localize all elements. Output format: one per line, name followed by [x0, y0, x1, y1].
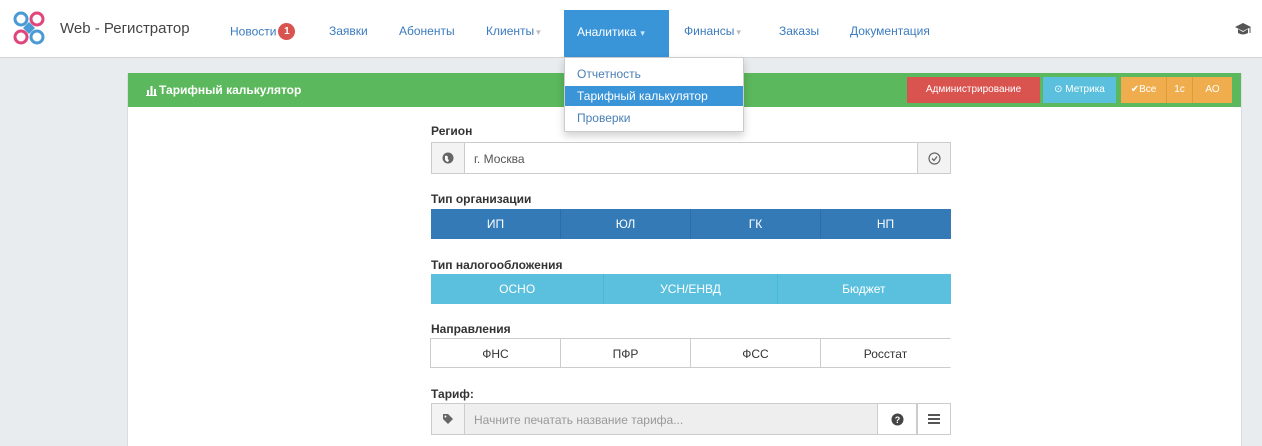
top-navbar: Web - Регистратор Новости 1 Заявки Абонен… [0, 0, 1262, 58]
direction-pfr-button[interactable]: ПФР [560, 338, 691, 368]
nav-item-label: Клиенты [486, 24, 535, 38]
nav-item-requests[interactable]: Заявки [329, 24, 368, 38]
directions-label: Направления [431, 322, 511, 336]
region-field[interactable]: г. Москва [431, 142, 951, 174]
org-type-np-button[interactable]: НП [821, 209, 951, 239]
panel-title: Тарифный калькулятор [146, 83, 301, 97]
all-button-label: Все [1139, 84, 1157, 95]
check-circle-icon [927, 151, 941, 165]
tag-icon [432, 404, 465, 434]
dropdown-item-tariff-calculator[interactable]: Тарифный калькулятор [565, 86, 743, 106]
direction-rosstat-button[interactable]: Росстат [820, 338, 951, 368]
org-type-label: Тип организации [431, 192, 532, 206]
region-value: г. Москва [474, 152, 525, 166]
checkmark-icon: ✔ [1130, 84, 1140, 95]
tariff-placeholder: Начните печатать название тарифа... [474, 413, 684, 427]
chevron-down-icon: ▾ [640, 28, 645, 38]
onec-button[interactable]: 1с [1166, 77, 1192, 103]
org-type-ul-button[interactable]: ЮЛ [561, 209, 691, 239]
directions-toggle: ФНС ПФР ФСС Росстат [430, 338, 951, 368]
metric-button[interactable]: ⊙ Метрика [1043, 77, 1116, 103]
brand-title[interactable]: Web - Регистратор [60, 20, 190, 37]
tariff-field[interactable]: Начните печатать название тарифа... ? [431, 403, 951, 435]
nav-item-label: Новости [230, 24, 277, 39]
news-badge: 1 [278, 23, 296, 40]
tariff-label: Тариф: [431, 387, 474, 401]
svg-text:?: ? [894, 415, 900, 425]
region-label: Регион [431, 124, 473, 138]
nav-item-orders[interactable]: Заказы [779, 24, 819, 38]
question-circle-icon: ? [891, 413, 903, 425]
logo-icon[interactable] [12, 10, 46, 46]
tax-type-label: Тип налогообложения [431, 258, 563, 272]
chevron-down-icon: ▾ [536, 27, 541, 37]
globe-icon [432, 143, 465, 173]
org-type-toggle: ИП ЮЛ ГК НП [431, 209, 951, 239]
list-icon [928, 414, 940, 424]
direction-fns-button[interactable]: ФНС [430, 338, 561, 368]
nav-item-news[interactable]: Новости 1 [230, 23, 296, 41]
tax-osno-button[interactable]: ОСНО [431, 274, 605, 304]
graduation-cap-icon[interactable] [1234, 22, 1252, 36]
org-type-ip-button[interactable]: ИП [431, 209, 561, 239]
tariff-list-button[interactable] [917, 404, 950, 434]
nav-item-label: Финансы [684, 24, 735, 38]
nav-item-documentation[interactable]: Документация [850, 24, 930, 38]
analytics-dropdown-menu: Отчетность Тарифный калькулятор Проверки [564, 57, 744, 132]
nav-item-analytics[interactable]: Аналитика ▾ [564, 10, 669, 58]
nav-item-finance[interactable]: Финансы ▾ [684, 24, 741, 38]
panel-title-text: Тарифный калькулятор [159, 83, 302, 97]
org-type-gk-button[interactable]: ГК [691, 209, 821, 239]
tax-usn-envd-button[interactable]: УСН/ЕНВД [604, 274, 778, 304]
tariff-help-button[interactable]: ? [877, 404, 917, 434]
nav-item-subscribers[interactable]: Абоненты [399, 24, 455, 38]
chevron-down-icon: ▾ [736, 27, 741, 37]
ao-button[interactable]: АО [1192, 77, 1232, 103]
bar-chart-icon [146, 86, 157, 96]
check-circle-icon: ⊙ [1054, 84, 1063, 95]
admin-button[interactable]: Администрирование [907, 77, 1040, 103]
tax-budget-button[interactable]: Бюджет [777, 274, 951, 304]
dropdown-item-checks[interactable]: Проверки [565, 108, 743, 128]
metric-button-label: Метрика [1065, 84, 1105, 95]
direction-fss-button[interactable]: ФСС [690, 338, 821, 368]
nav-item-label: Аналитика [577, 25, 637, 39]
all-button[interactable]: ✔Все [1121, 77, 1166, 103]
region-confirm-button[interactable] [917, 143, 950, 173]
dropdown-item-reports[interactable]: Отчетность [565, 64, 743, 84]
tax-type-toggle: ОСНО УСН/ЕНВД Бюджет [431, 274, 951, 304]
nav-item-clients[interactable]: Клиенты ▾ [486, 24, 541, 38]
